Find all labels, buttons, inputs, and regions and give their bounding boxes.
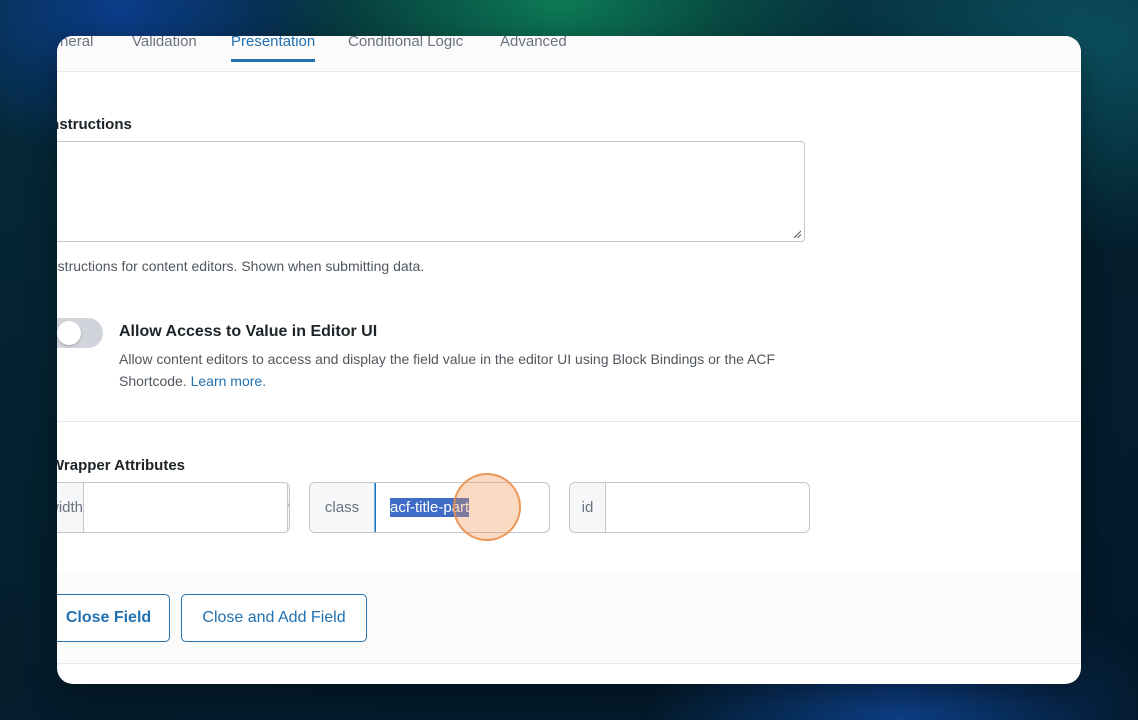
section-divider [57,421,1081,422]
width-percent-suffix: % [287,483,289,532]
wrapper-attributes-label: Wrapper Attributes [57,457,186,474]
editor-access-toggle[interactable] [57,318,103,348]
tab-general[interactable]: General [57,36,93,59]
footer-bottom-divider [57,663,1081,664]
instructions-helper-text: Instructions for content editors. Shown … [57,258,425,274]
field-settings-panel: General Validation Presentation Conditio… [57,36,1081,684]
tab-conditional-logic[interactable]: Conditional Logic [348,36,463,59]
width-input[interactable] [84,483,288,532]
class-addon: class [310,483,375,532]
tab-general-label: General [57,36,94,50]
settings-tabs: General Validation Presentation Conditio… [57,36,1081,72]
resize-handle-icon[interactable] [793,230,801,238]
instructions-textarea[interactable] [57,141,805,242]
tab-advanced[interactable]: Advanced [500,36,567,59]
close-field-button[interactable]: Close Field [57,594,170,642]
editor-access-title: Allow Access to Value in Editor UI [119,323,378,340]
class-input-selected-value: acf-title-part [390,498,470,517]
id-input[interactable] [606,483,809,532]
learn-more-link[interactable]: Learn more. [191,373,266,389]
editor-access-description: Allow content editors to access and disp… [119,348,809,392]
width-addon: width [57,483,85,532]
tab-validation[interactable]: Validation [132,36,197,59]
close-and-add-field-button[interactable]: Close and Add Field [181,594,367,642]
wrapper-width-group: width % [57,482,290,533]
toggle-knob [57,321,81,345]
id-addon: id [570,483,606,532]
instructions-label: Instructions [57,116,132,133]
wrapper-class-group: class acf-title-part [309,482,550,533]
wrapper-id-group: id [569,482,810,533]
tab-presentation[interactable]: Presentation [231,36,316,62]
class-input[interactable]: acf-title-part [375,483,549,532]
